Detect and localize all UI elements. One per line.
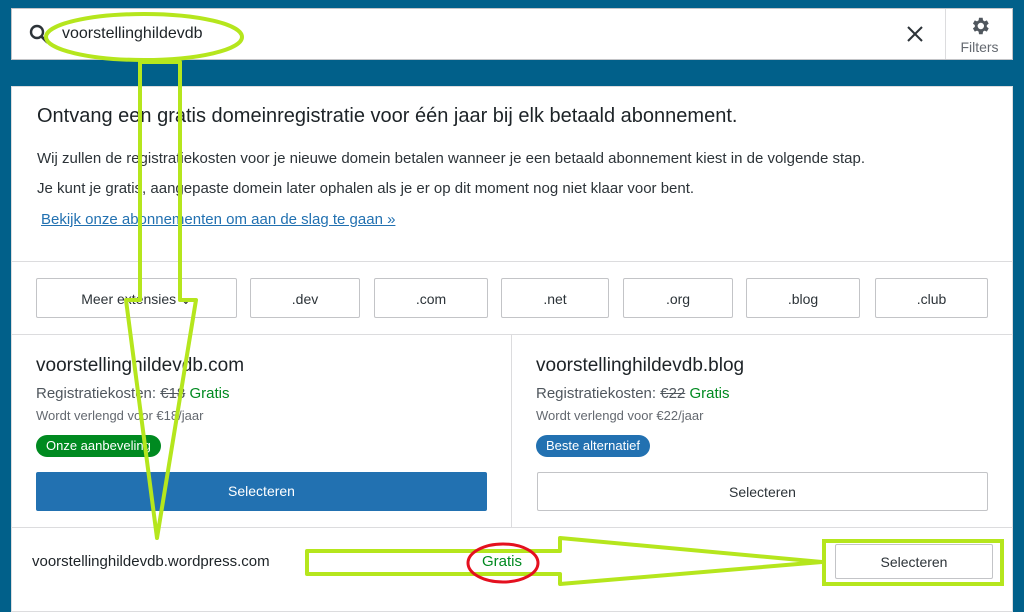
extension-com-button[interactable]: .com bbox=[374, 278, 488, 318]
close-icon[interactable] bbox=[902, 21, 928, 47]
cost-label: Registratiekosten: bbox=[36, 385, 157, 402]
extension-blog-button[interactable]: .blog bbox=[746, 278, 860, 318]
free-price: Gratis bbox=[189, 385, 230, 402]
divider bbox=[12, 261, 1012, 262]
domain-results-panel: Ontvang een gratis domeinregistratie voo… bbox=[11, 86, 1013, 612]
divider bbox=[12, 527, 1012, 528]
gear-icon bbox=[972, 17, 989, 35]
filters-label: Filters bbox=[960, 39, 999, 55]
search-bar: voorstellinghildevdb Filters bbox=[11, 8, 1013, 60]
domain-name: voorstellinghildevdb.com bbox=[36, 355, 245, 376]
recommendation-badge: Onze aanbeveling bbox=[36, 435, 161, 457]
old-price: €18 bbox=[160, 385, 186, 402]
search-icon[interactable] bbox=[27, 22, 51, 46]
registration-cost: Registratiekosten: €18 Gratis bbox=[36, 385, 229, 402]
select-button[interactable]: Selecteren bbox=[537, 472, 988, 511]
wordpress-free-label: Gratis bbox=[482, 553, 523, 570]
registration-cost: Registratiekosten: €22 Gratis bbox=[536, 385, 729, 402]
renewal-text: Wordt verlengd voor €22/jaar bbox=[536, 408, 704, 423]
plans-link[interactable]: Bekijk onze abonnementen om aan de slag … bbox=[41, 211, 395, 228]
filters-button[interactable]: Filters bbox=[945, 9, 1013, 59]
extension-org-button[interactable]: .org bbox=[623, 278, 733, 318]
promo-text-2: Je kunt je gratis, aangepaste domein lat… bbox=[37, 180, 695, 197]
extension-net-button[interactable]: .net bbox=[501, 278, 609, 318]
wordpress-select-button[interactable]: Selecteren bbox=[835, 544, 993, 579]
free-price: Gratis bbox=[689, 385, 730, 402]
wordpress-domain-name: voorstellinghildevdb.wordpress.com bbox=[32, 553, 270, 570]
cost-label: Registratiekosten: bbox=[536, 385, 657, 402]
extension-dev-button[interactable]: .dev bbox=[250, 278, 360, 318]
extension-club-button[interactable]: .club bbox=[875, 278, 988, 318]
select-button[interactable]: Selecteren bbox=[36, 472, 487, 511]
extension-more-button[interactable]: Meer extensies ⌄ bbox=[36, 278, 237, 318]
domain-card-com: voorstellinghildevdb.com Registratiekost… bbox=[12, 334, 511, 527]
promo-text-1: Wij zullen de registratiekosten voor je … bbox=[37, 150, 866, 167]
alternative-badge: Beste alternatief bbox=[536, 435, 650, 457]
old-price: €22 bbox=[660, 385, 686, 402]
promo-title: Ontvang een gratis domeinregistratie voo… bbox=[37, 105, 738, 127]
renewal-text: Wordt verlengd voor €18/jaar bbox=[36, 408, 204, 423]
domain-card-blog: voorstellinghildevdb.blog Registratiekos… bbox=[512, 334, 1014, 527]
domain-name: voorstellinghildevdb.blog bbox=[536, 355, 745, 376]
search-input[interactable]: voorstellinghildevdb bbox=[62, 9, 882, 59]
